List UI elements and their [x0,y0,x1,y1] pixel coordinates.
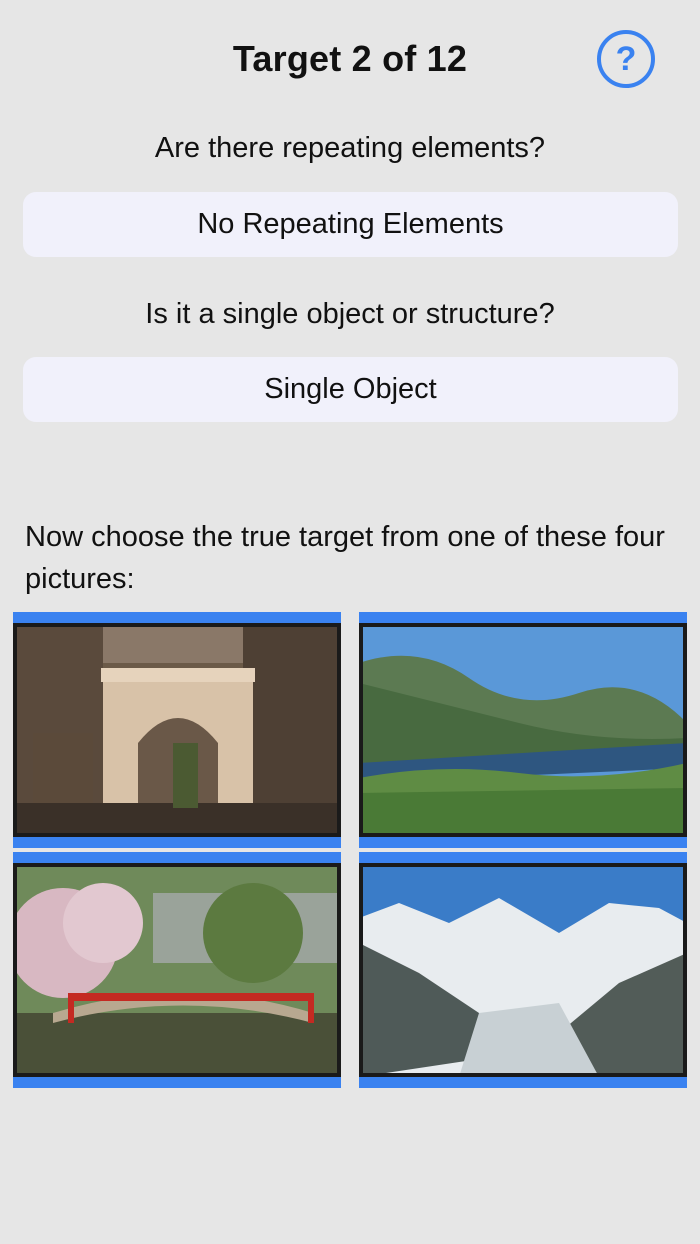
help-button[interactable]: ? [597,30,655,88]
picture-option-1[interactable] [13,612,341,848]
answer-single-object-button[interactable]: Single Object [23,357,678,422]
question-single-object: Is it a single object or structure? [145,298,555,330]
page-title: Target 2 of 12 [232,38,468,79]
answer-repeating-label: No Repeating Elements [197,208,504,240]
help-icon: ? [615,39,637,78]
picture-option-3[interactable] [13,852,341,1088]
answer-single-object-label: Single Object [264,373,437,405]
question-repeating: Are there repeating elements? [154,132,546,164]
picture-option-4[interactable] [359,852,687,1088]
instructions-text: Now choose the true target from one of t… [25,521,665,595]
answer-repeating-button[interactable]: No Repeating Elements [23,192,678,257]
picture-option-2[interactable] [359,612,687,848]
